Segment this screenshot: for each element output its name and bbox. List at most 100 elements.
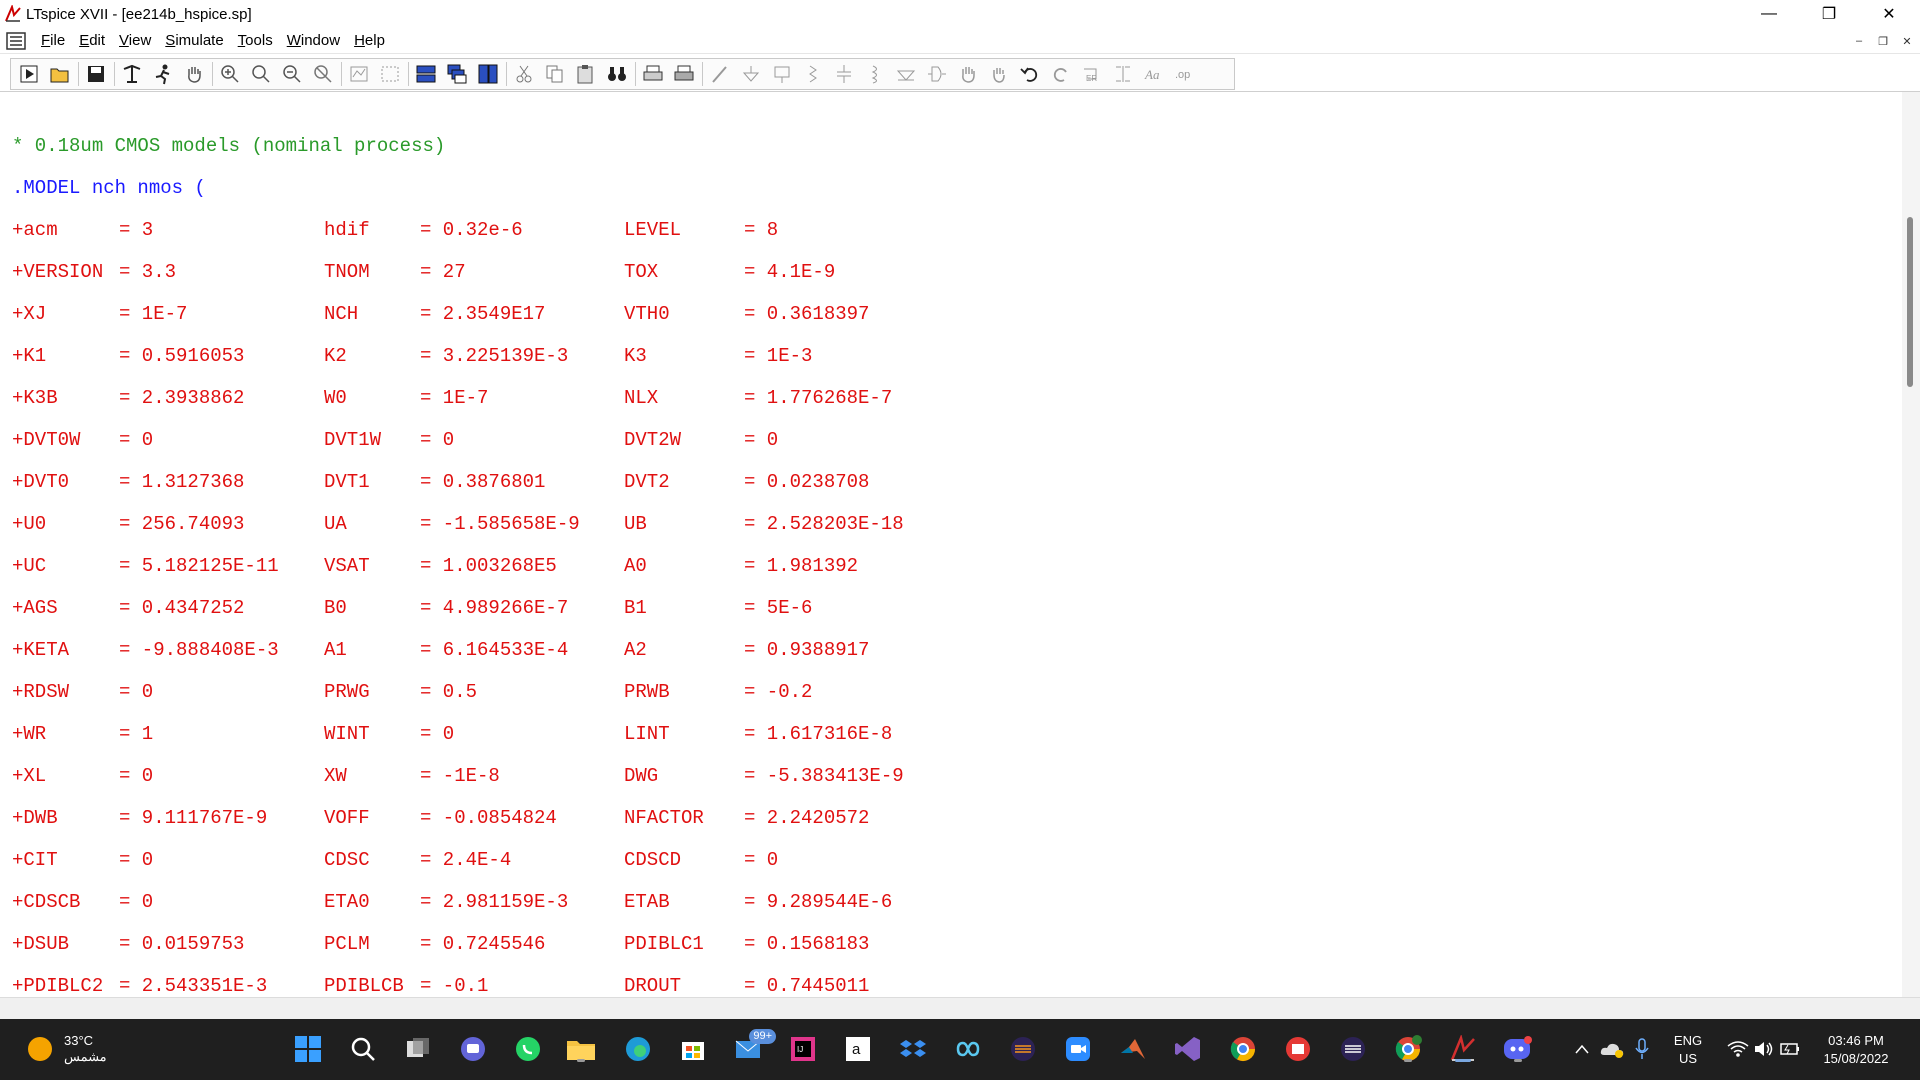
menu-help[interactable]: Help — [347, 32, 392, 49]
tile-vertical-icon[interactable] — [474, 60, 502, 88]
vertical-scrollbar[interactable] — [1902, 92, 1920, 997]
diode-icon[interactable] — [892, 60, 920, 88]
zoom-in-icon[interactable] — [216, 60, 244, 88]
rotate-icon[interactable]: ER — [1078, 60, 1106, 88]
mark-unref-icon[interactable] — [376, 60, 404, 88]
zoom-icon[interactable] — [1062, 1033, 1094, 1065]
ltspice-taskbar-icon[interactable] — [1447, 1033, 1479, 1065]
param-name-2: B0 — [324, 597, 347, 619]
param-name-2: DVT1W — [324, 429, 382, 451]
start-windows-icon[interactable] — [292, 1033, 324, 1065]
param-value-1: = 1 — [119, 723, 154, 745]
print-preview-icon[interactable] — [670, 60, 698, 88]
teams-chat-icon[interactable] — [457, 1033, 489, 1065]
drag-hand-icon[interactable] — [985, 60, 1013, 88]
param-name-1: +AGS — [12, 597, 58, 619]
cut-icon[interactable] — [510, 60, 538, 88]
halt-running-man-icon[interactable] — [149, 60, 177, 88]
control-panel-icon[interactable] — [118, 60, 146, 88]
param-name-2: WINT — [324, 723, 370, 745]
mail-icon[interactable]: 99+ — [732, 1029, 776, 1065]
draw-wire-icon[interactable] — [706, 60, 734, 88]
discord-icon[interactable] — [1502, 1033, 1534, 1065]
scrollbar-thumb[interactable] — [1907, 217, 1913, 387]
battery-icon[interactable] — [1774, 1033, 1806, 1065]
menu-file[interactable]: File — [34, 32, 72, 49]
weather-widget[interactable]: 33°C مشمس — [28, 1033, 107, 1065]
visual-studio-icon[interactable] — [1172, 1033, 1204, 1065]
search-icon[interactable] — [347, 1033, 379, 1065]
menu-view[interactable]: View — [112, 32, 158, 49]
amazon-icon[interactable]: a — [842, 1033, 874, 1065]
menu-window[interactable]: Window — [280, 32, 347, 49]
open-folder-icon[interactable] — [46, 60, 74, 88]
mirror-icon[interactable] — [1109, 60, 1137, 88]
microphone-icon[interactable] — [1626, 1033, 1658, 1065]
language-code[interactable]: ENG — [1668, 1032, 1708, 1050]
inductor-icon[interactable] — [861, 60, 889, 88]
microsoft-store-icon[interactable] — [677, 1033, 709, 1065]
menu-tools[interactable]: Tools — [231, 32, 280, 49]
red-app-icon[interactable] — [1282, 1033, 1314, 1065]
menu-simulate[interactable]: Simulate — [158, 32, 230, 49]
horizontal-scrollbar[interactable] — [0, 997, 1920, 1019]
pan-hand-icon[interactable] — [180, 60, 208, 88]
eclipse-ide-icon[interactable] — [1337, 1033, 1369, 1065]
zoom-pan-icon[interactable] — [247, 60, 275, 88]
param-name-1: +K1 — [12, 345, 47, 367]
restore-button[interactable]: ❐ — [1806, 0, 1852, 28]
autorange-icon[interactable] — [345, 60, 373, 88]
mdi-restore-button[interactable]: ❐ — [1874, 32, 1892, 50]
component-icon[interactable] — [923, 60, 951, 88]
spice-directive-icon[interactable]: .op — [1171, 60, 1199, 88]
param-value-3: = 1.617316E-8 — [744, 723, 893, 745]
run-icon[interactable] — [15, 60, 43, 88]
whatsapp-icon[interactable] — [512, 1033, 544, 1065]
param-name-2: ETA0 — [324, 891, 370, 913]
minimize-button[interactable]: — — [1746, 0, 1792, 28]
param-name-2: DVT1 — [324, 471, 370, 493]
print-icon[interactable] — [639, 60, 667, 88]
paste-icon[interactable] — [572, 60, 600, 88]
close-button[interactable]: ✕ — [1866, 0, 1912, 28]
mdi-minimize-button[interactable]: – — [1850, 32, 1868, 50]
label-net-icon[interactable] — [768, 60, 796, 88]
onedrive-icon[interactable] — [1596, 1033, 1628, 1065]
file-explorer-icon[interactable] — [565, 1033, 597, 1065]
find-binoculars-icon[interactable] — [603, 60, 631, 88]
text-icon[interactable]: Aa — [1140, 60, 1168, 88]
zoom-out-icon[interactable] — [278, 60, 306, 88]
ground-icon[interactable] — [737, 60, 765, 88]
infinity-app-icon[interactable] — [952, 1033, 984, 1065]
param-name-1: +DVT0 — [12, 471, 70, 493]
undo-icon[interactable] — [1016, 60, 1044, 88]
param-value-3: = 0.9388917 — [744, 639, 870, 661]
edge-browser-icon[interactable] — [622, 1033, 654, 1065]
chrome-profile-icon[interactable] — [1392, 1033, 1424, 1065]
param-name-1: +XL — [12, 765, 47, 787]
cascade-windows-icon[interactable] — [443, 60, 471, 88]
copy-icon[interactable] — [541, 60, 569, 88]
language-region[interactable]: US — [1668, 1050, 1708, 1068]
resistor-icon[interactable] — [799, 60, 827, 88]
chrome-icon[interactable] — [1227, 1033, 1259, 1065]
tile-horizontal-icon[interactable] — [412, 60, 440, 88]
netlist-editor[interactable]: * 0.18um CMOS models (nominal process) .… — [0, 92, 1902, 997]
zoom-fit-icon[interactable] — [309, 60, 337, 88]
document-icon[interactable] — [4, 30, 28, 52]
task-view-icon[interactable] — [402, 1033, 434, 1065]
move-hand-icon[interactable] — [954, 60, 982, 88]
param-value-3: = 1.981392 — [744, 555, 859, 577]
clock-date[interactable]: 15/08/2022 — [1808, 1050, 1904, 1068]
mdi-close-button[interactable]: ✕ — [1898, 32, 1916, 50]
menu-edit[interactable]: Edit — [72, 32, 112, 49]
dropbox-icon[interactable] — [897, 1033, 929, 1065]
redo-icon[interactable] — [1047, 60, 1075, 88]
matlab-icon[interactable] — [1117, 1033, 1149, 1065]
intellij-idea-icon[interactable]: IJ — [787, 1033, 819, 1065]
save-icon[interactable] — [82, 60, 110, 88]
chevron-up-icon[interactable] — [1566, 1033, 1598, 1065]
capacitor-icon[interactable] — [830, 60, 858, 88]
clock-time[interactable]: 03:46 PM — [1808, 1032, 1904, 1050]
eclipse-icon[interactable] — [1007, 1033, 1039, 1065]
